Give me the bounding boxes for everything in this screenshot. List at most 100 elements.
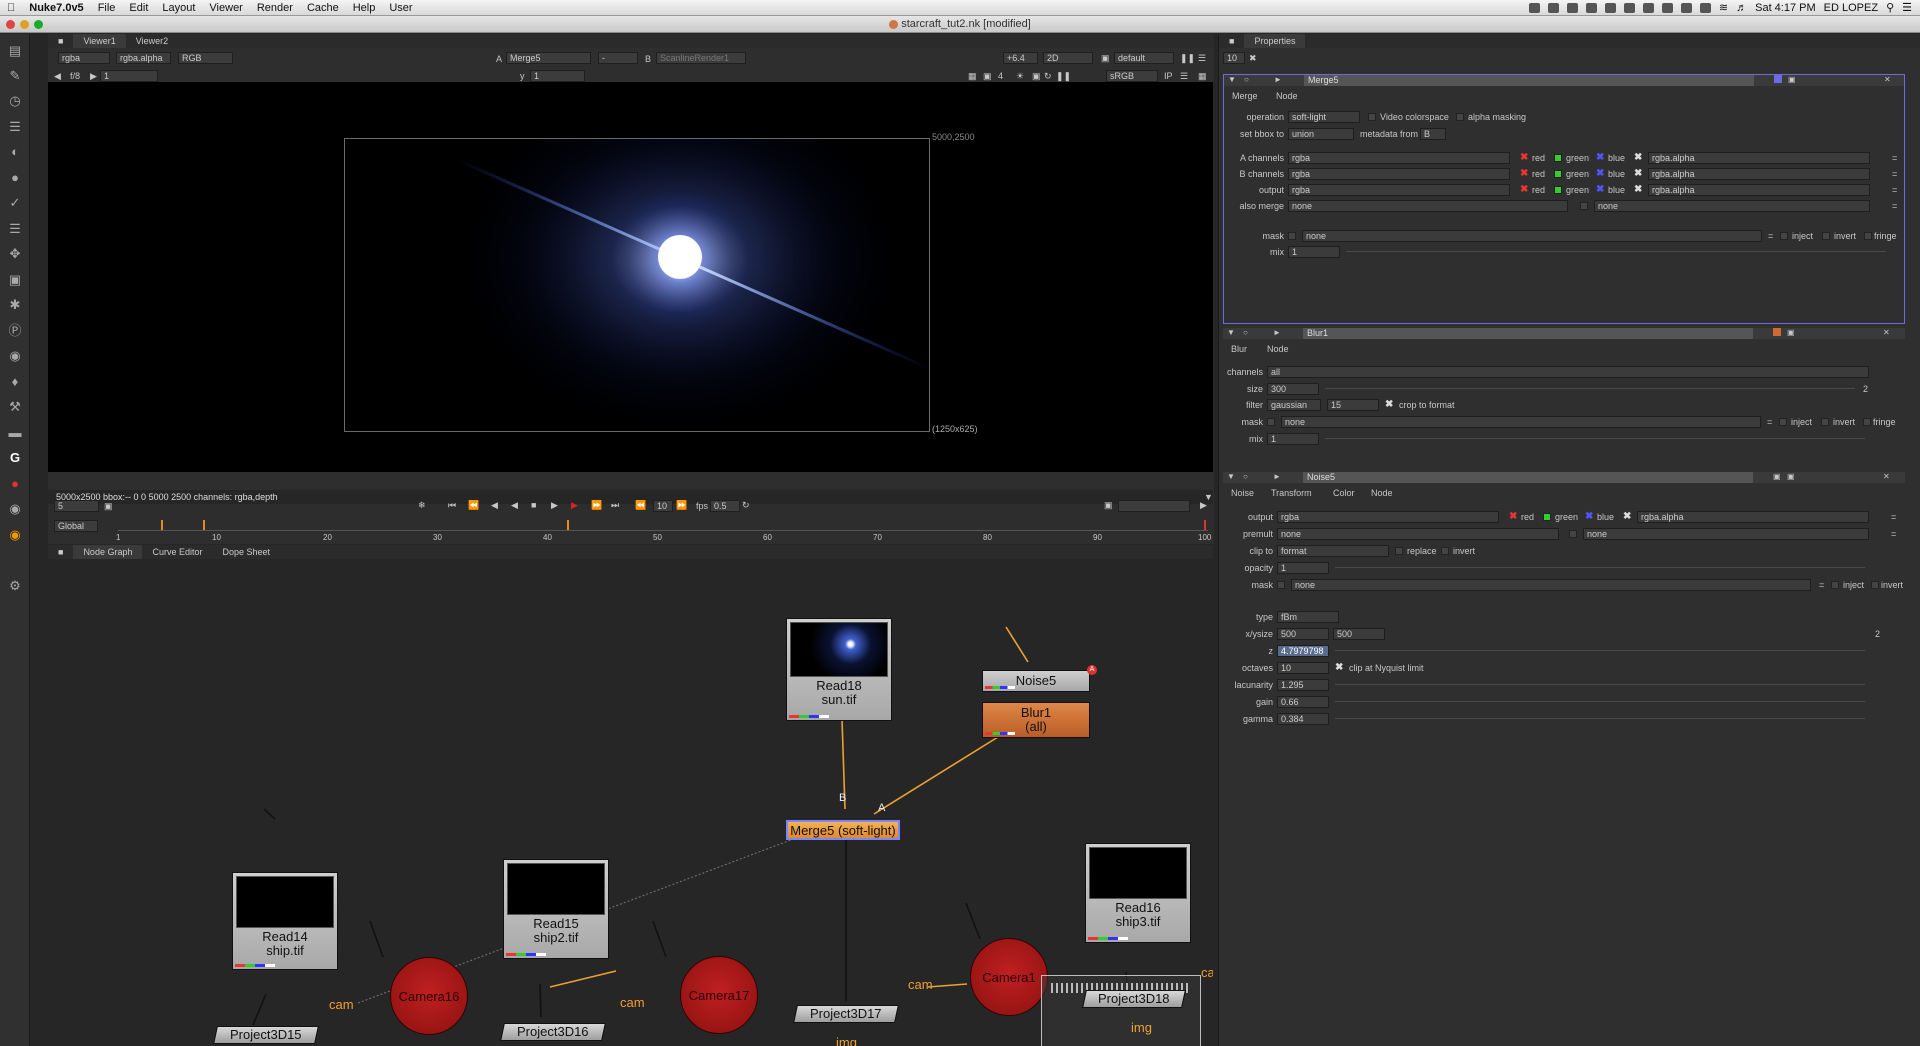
spotlight-icon[interactable]: ⚲: [1886, 1, 1894, 14]
node-color-swatch[interactable]: [1773, 328, 1781, 336]
ysize-field[interactable]: 500: [1333, 628, 1385, 640]
gain-field[interactable]: 0.66: [1277, 696, 1329, 708]
crop-to-format-checkbox[interactable]: ✖: [1385, 399, 1393, 410]
output-dropdown[interactable]: rgba: [1288, 184, 1510, 196]
lut-dropdown[interactable]: default: [1114, 52, 1174, 64]
link-icon[interactable]: =: [1768, 231, 1773, 241]
lacunarity-slider[interactable]: [1335, 684, 1865, 685]
size-field[interactable]: 300: [1267, 383, 1319, 395]
skip-forward-icon[interactable]: ⏩: [676, 500, 687, 511]
xsize-field[interactable]: 500: [1277, 628, 1329, 640]
replace-checkbox[interactable]: [1395, 547, 1403, 555]
wifi-icon[interactable]: ≋: [1719, 1, 1728, 14]
out-frame-field[interactable]: [1118, 500, 1190, 512]
tab-viewer2[interactable]: Viewer2: [126, 34, 178, 48]
y-field[interactable]: 1: [530, 70, 585, 82]
alpha-checkbox[interactable]: ✖: [1634, 168, 1642, 179]
mask-dropdown[interactable]: none: [1291, 579, 1811, 591]
close-panel-icon[interactable]: ✕: [1884, 75, 1891, 84]
fps-field[interactable]: 0.5: [710, 500, 740, 512]
apple-icon[interactable]: : [0, 2, 22, 14]
roi-icon[interactable]: ▦: [968, 71, 977, 82]
tab-dope-sheet[interactable]: Dope Sheet: [213, 545, 281, 559]
user-name[interactable]: ED LOPEZ: [1824, 2, 1878, 14]
next-keyframe-icon[interactable]: ⏩: [591, 500, 602, 511]
timeline-track[interactable]: [118, 530, 1208, 531]
tray-icon[interactable]: [1585, 2, 1597, 13]
blue-checkbox[interactable]: ✖: [1596, 152, 1604, 163]
a-input-dropdown[interactable]: Merge5: [506, 52, 591, 64]
also-merge-second-dropdown[interactable]: none: [1594, 200, 1870, 212]
last-frame-icon[interactable]: ⏭: [611, 500, 619, 511]
node-color-icon[interactable]: ○: [1243, 328, 1248, 337]
gain-field[interactable]: +6.4: [1003, 52, 1038, 64]
tab-color[interactable]: Color: [1333, 488, 1355, 498]
premult-checkbox[interactable]: [1569, 530, 1577, 538]
tray-icon[interactable]: [1623, 2, 1635, 13]
tab-blur[interactable]: Blur: [1231, 344, 1247, 354]
node-read16[interactable]: Read16 ship3.tif: [1085, 843, 1191, 943]
node-camera17[interactable]: Camera17: [680, 956, 758, 1034]
node-project3d16[interactable]: Project3D16: [500, 1023, 606, 1041]
green-checkbox[interactable]: [1554, 186, 1562, 194]
node-blur1[interactable]: Blur1 (all): [982, 702, 1090, 738]
gain-slider[interactable]: [1335, 701, 1865, 702]
node-project3d17[interactable]: Project3D17: [793, 1005, 899, 1023]
proxy-icon[interactable]: ▣: [983, 71, 992, 82]
red-checkbox[interactable]: ✖: [1509, 511, 1517, 522]
furnace-tool-icon[interactable]: ●: [8, 477, 22, 491]
ocula-tool-icon[interactable]: ◉: [8, 502, 22, 516]
merge-tool-icon[interactable]: ☰: [8, 222, 22, 236]
collapse-icon[interactable]: ▼: [1227, 328, 1235, 337]
draw-tool-icon[interactable]: ✎: [8, 69, 22, 83]
link-icon[interactable]: =: [1892, 185, 1897, 195]
collapse-icon[interactable]: ▼: [1227, 472, 1235, 481]
node-read18[interactable]: Read18 sun.tif: [786, 618, 892, 721]
play-back-icon[interactable]: ◀: [511, 500, 518, 511]
app-menu[interactable]: Nuke7.0v5: [22, 2, 90, 14]
play-icon[interactable]: ▶: [551, 500, 558, 511]
fstop-value[interactable]: f/8: [70, 71, 80, 81]
max-panels-field[interactable]: 10: [1223, 52, 1245, 64]
mix-slider[interactable]: [1346, 251, 1886, 252]
also-merge-checkbox[interactable]: [1580, 202, 1588, 210]
node-noise5[interactable]: Noise5 A: [982, 665, 1097, 692]
loop-icon[interactable]: ↻: [742, 500, 750, 511]
alpha-checkbox[interactable]: ✖: [1634, 184, 1642, 195]
step-field[interactable]: 10: [653, 500, 673, 512]
viewer-viewport[interactable]: 5000,2500 (1250x625): [48, 82, 1213, 472]
node-camera16[interactable]: Camera16: [390, 957, 468, 1035]
filter-tool-icon[interactable]: ●: [8, 171, 22, 185]
output-alpha-dropdown[interactable]: rgba.alpha: [1637, 511, 1869, 523]
clear-panels-icon[interactable]: ✖: [1249, 53, 1257, 64]
tab-node-graph[interactable]: Node Graph: [73, 545, 143, 559]
menu-viewer[interactable]: Viewer: [202, 2, 249, 14]
display-dropdown[interactable]: RGB: [178, 52, 233, 64]
menu-cache[interactable]: Cache: [300, 2, 346, 14]
deep-tool-icon[interactable]: Ⓟ: [8, 324, 22, 338]
step-back-icon[interactable]: ◀: [491, 500, 498, 511]
tray-icon[interactable]: [1661, 2, 1673, 13]
refresh-icon[interactable]: ↻: [1044, 71, 1052, 82]
also-merge-dropdown[interactable]: none: [1288, 200, 1568, 212]
node-color-swatch[interactable]: [1774, 75, 1782, 83]
gamma-slider[interactable]: [1335, 718, 1865, 719]
frame-field[interactable]: 5: [54, 500, 99, 512]
mix-field[interactable]: 1: [1267, 433, 1319, 445]
tray-icon[interactable]: [1680, 2, 1692, 13]
z-slider[interactable]: [1335, 650, 1865, 651]
node-read15[interactable]: Read15 ship2.tif: [503, 859, 609, 959]
node-color-icon[interactable]: ○: [1243, 472, 1248, 481]
close-window-button[interactable]: [6, 20, 15, 29]
skip-back-icon[interactable]: ⏪: [635, 500, 646, 511]
toolsets-tool-icon[interactable]: ⚒: [8, 400, 22, 414]
mask-checkbox[interactable]: [1267, 418, 1275, 426]
zoom-window-button[interactable]: [34, 20, 43, 29]
node-merge5[interactable]: Merge5 (soft-light): [786, 820, 900, 840]
blue-checkbox[interactable]: ✖: [1596, 184, 1604, 195]
mode-dropdown[interactable]: 2D: [1043, 52, 1093, 64]
3d-tool-icon[interactable]: ▣: [8, 273, 22, 287]
set-bbox-dropdown[interactable]: union: [1288, 128, 1354, 140]
time-tool-icon[interactable]: ◷: [8, 94, 22, 108]
premult-second-dropdown[interactable]: none: [1583, 528, 1869, 540]
